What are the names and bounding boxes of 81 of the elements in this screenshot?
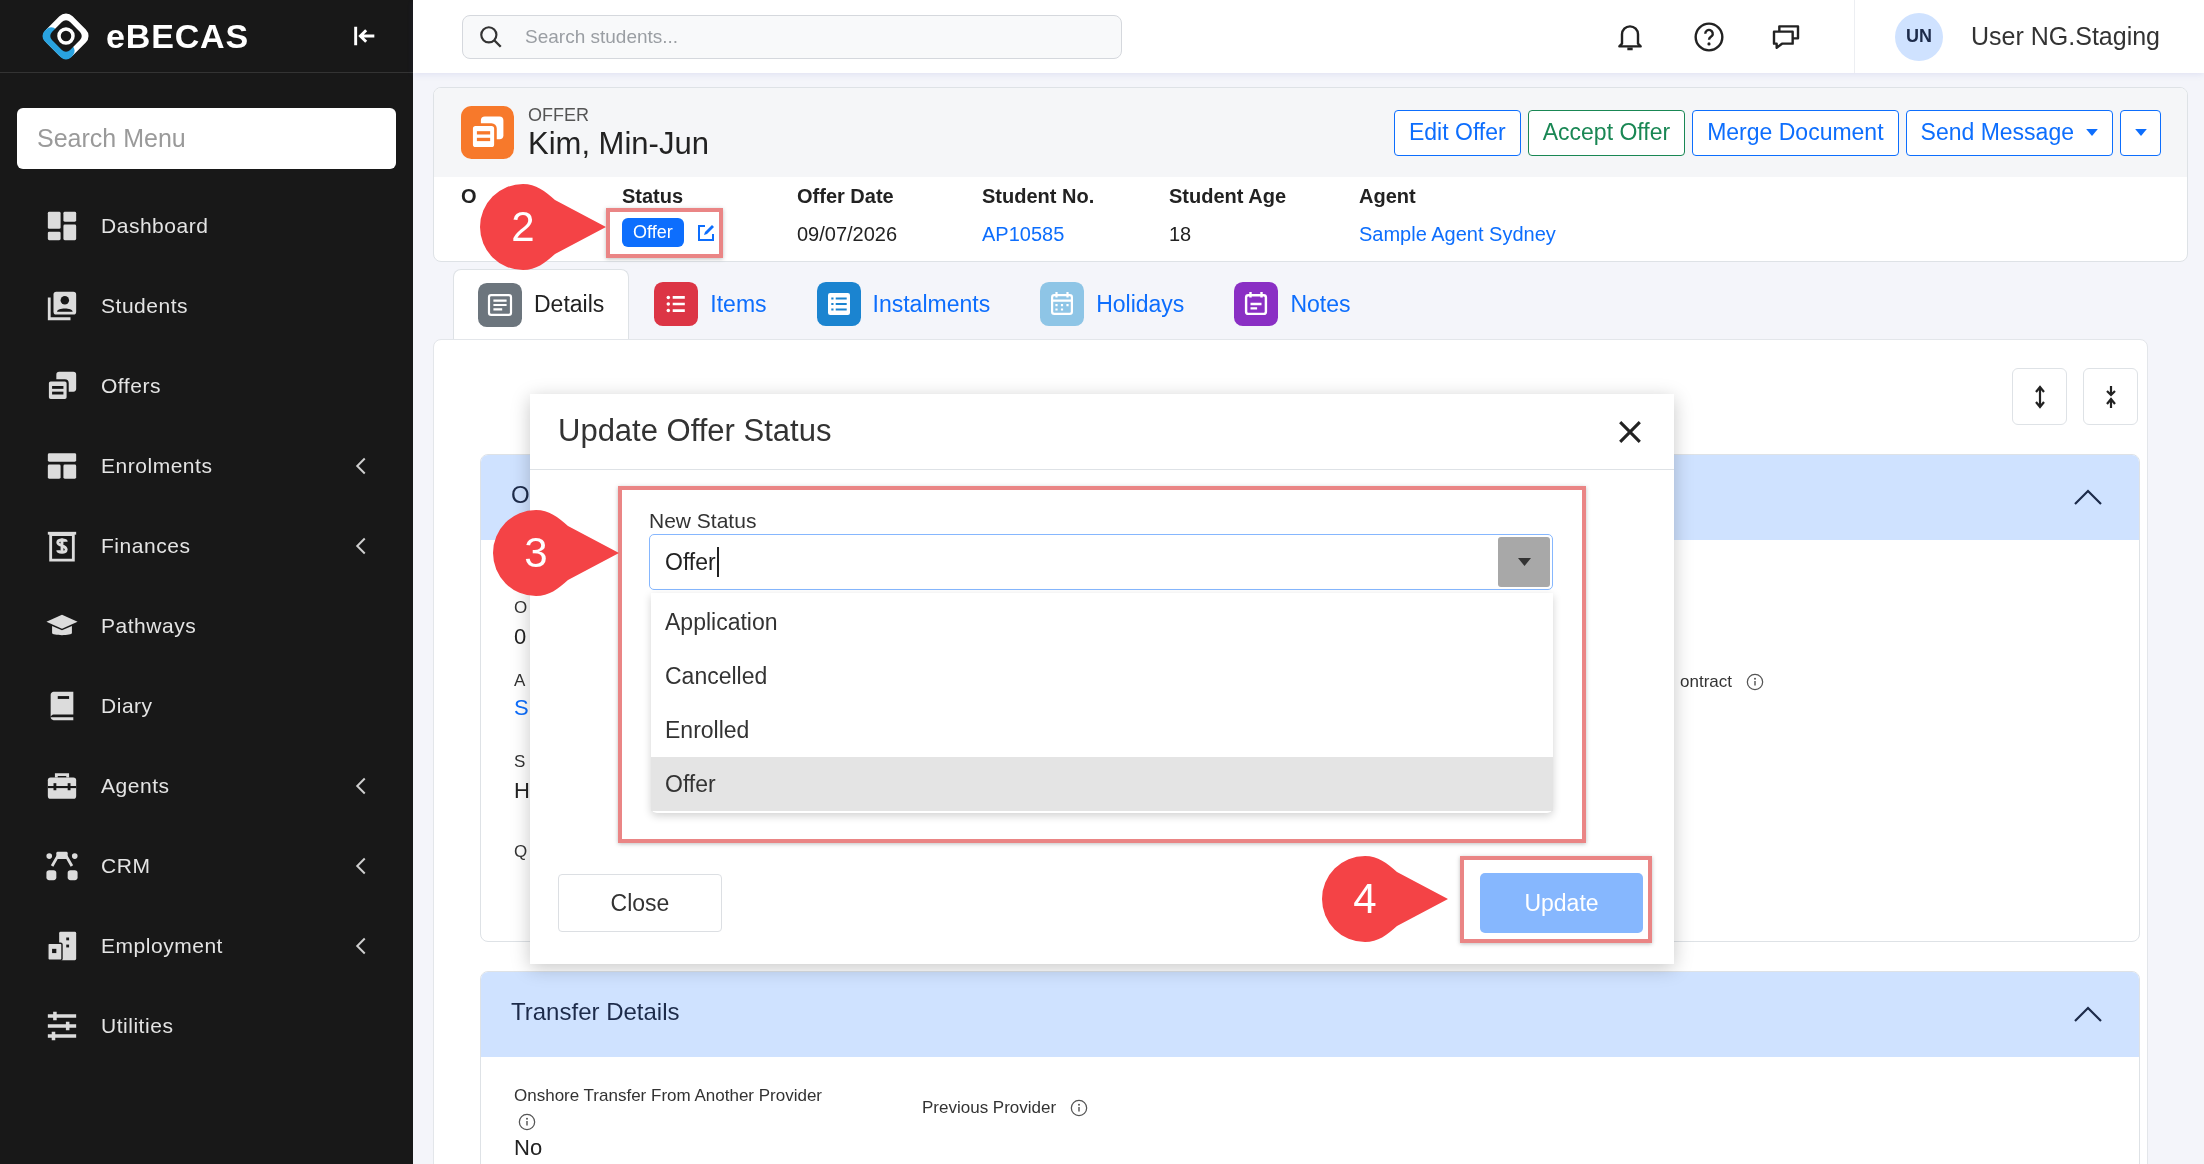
field-link[interactable]: Sample Agent Sydney xyxy=(1359,219,1556,249)
menu-item[interactable]: Agents xyxy=(0,746,413,826)
accept-button[interactable]: Accept Offer xyxy=(1527,109,1686,156)
expand-arrows-icon[interactable] xyxy=(2033,384,2046,409)
status-select[interactable]: Offer xyxy=(649,534,1553,590)
tab[interactable]: Holidays xyxy=(1015,269,1210,339)
tab[interactable]: Instalments xyxy=(791,269,1016,339)
student-search-field[interactable]: Search students... xyxy=(462,14,1122,59)
chevron-up-icon[interactable] xyxy=(2073,1006,2103,1023)
field-label: Offer Date xyxy=(797,185,894,207)
field-label: A xyxy=(514,670,526,692)
menu-item[interactable]: Diary xyxy=(0,666,413,746)
caret-down-icon[interactable] xyxy=(2134,129,2147,136)
menu-item[interactable]: Enrolments xyxy=(0,426,413,506)
contact-card-icon xyxy=(45,289,79,323)
field-value: H xyxy=(514,777,530,805)
app-name: eBECAS xyxy=(106,15,250,57)
field-value: No xyxy=(514,1135,544,1161)
grid-icon xyxy=(45,209,79,243)
chevron-up-icon[interactable] xyxy=(2073,489,2103,506)
dollar-receipt-icon xyxy=(45,529,79,563)
field-label: Onshore Transfer From Another Provider xyxy=(514,1085,823,1107)
field-label: S xyxy=(514,751,526,772)
status-badge: Offer xyxy=(622,218,684,247)
tab[interactable]: Items xyxy=(629,269,792,339)
field-label: Previous Provider xyxy=(922,1097,1057,1119)
collapse-all-button[interactable] xyxy=(2083,368,2138,425)
field-label: Status xyxy=(622,185,684,207)
step-marker: 3 xyxy=(493,510,619,596)
menu-item[interactable]: CRM xyxy=(0,826,413,906)
menu-item[interactable]: Students xyxy=(0,266,413,346)
user-avatar[interactable]: UN xyxy=(1895,12,1944,61)
step-marker: 4 xyxy=(1322,856,1448,942)
field-link[interactable]: S xyxy=(514,695,529,722)
field-label: Agent xyxy=(1359,185,1416,207)
field-label: Q xyxy=(514,842,528,863)
search-icon xyxy=(478,23,504,50)
field-label: Student Age xyxy=(1169,185,1287,207)
action-button[interactable]: Edit Offer xyxy=(1394,109,1521,156)
field-label: Student No. xyxy=(982,185,1095,207)
field-value: 09/07/2026 xyxy=(797,222,898,247)
dropdown-option[interactable]: Application xyxy=(651,595,1553,649)
menu-item[interactable]: Employment xyxy=(0,906,413,986)
menu-item[interactable]: Utilities xyxy=(0,986,413,1066)
caret-down-icon[interactable] xyxy=(2086,129,2098,136)
node-network-icon xyxy=(45,849,79,883)
building-icon xyxy=(45,929,79,963)
dropdown-option[interactable]: Offer xyxy=(651,757,1553,811)
step-marker: 2 xyxy=(480,184,606,270)
menu-item[interactable]: Finances xyxy=(0,506,413,586)
field-label: ontract xyxy=(1680,671,1732,694)
tab[interactable]: Details xyxy=(453,269,630,339)
stacked-documents-icon xyxy=(461,106,514,159)
field-value: 18 xyxy=(1169,222,1192,247)
caret-button[interactable] xyxy=(2120,109,2161,156)
caret-down-icon[interactable] xyxy=(1517,558,1531,566)
close-button[interactable]: Close xyxy=(558,874,722,932)
menu-item[interactable]: Dashboard xyxy=(0,186,413,266)
field-link[interactable]: AP10585 xyxy=(982,219,1065,249)
field-label: O xyxy=(514,598,528,619)
tab[interactable]: Notes xyxy=(1209,269,1376,339)
expand-all-button[interactable] xyxy=(2012,368,2067,425)
dropdown-button[interactable]: Send Message xyxy=(1905,109,2113,156)
menu-item[interactable]: Pathways xyxy=(0,586,413,666)
sliders-icon xyxy=(45,1009,79,1043)
field-label: O xyxy=(461,185,477,207)
record-name: Kim, Min-Jun xyxy=(528,125,709,162)
action-button[interactable]: Merge Document xyxy=(1692,109,1899,156)
dialog-title: Update Offer Status xyxy=(558,412,832,451)
dropdown-toggle[interactable] xyxy=(1498,537,1550,587)
edit-button[interactable] xyxy=(695,222,716,243)
menu-search-field[interactable]: Search Menu xyxy=(17,108,396,169)
collapse-arrows-icon[interactable] xyxy=(2104,384,2117,409)
record-type-label: OFFER xyxy=(528,103,590,126)
field-value: 0 xyxy=(514,624,527,651)
dropdown-option[interactable]: Cancelled xyxy=(651,649,1553,703)
menu-item[interactable]: Offers xyxy=(0,346,413,426)
section-header[interactable]: Transfer Details xyxy=(481,972,2139,1057)
field-label: New Status xyxy=(649,508,757,534)
dropdown-option[interactable]: Enrolled xyxy=(651,703,1553,757)
user-name[interactable]: User NG.Staging xyxy=(1971,17,2160,56)
